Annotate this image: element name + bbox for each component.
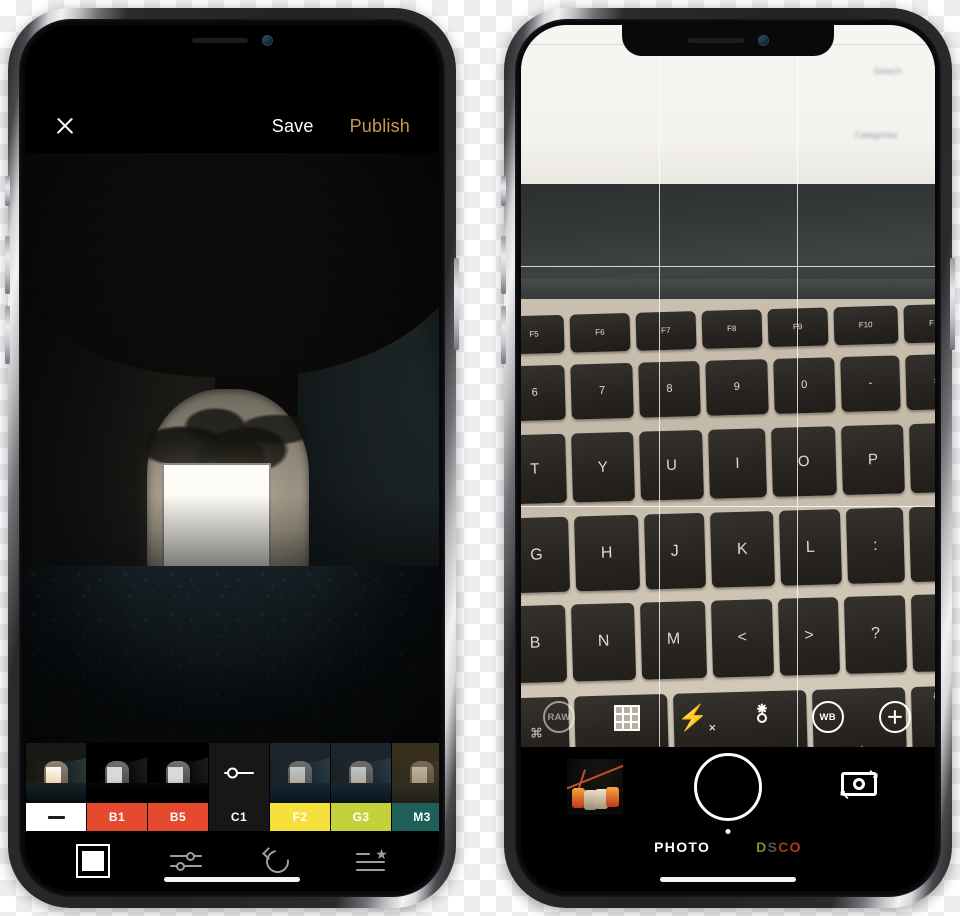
phone-bezel-left: Save Publish B1 B5 C1 F2 G3 M3 ★ bbox=[19, 19, 445, 897]
publish-button[interactable]: Publish bbox=[350, 116, 410, 137]
front-camera-icon bbox=[261, 35, 273, 46]
slider-icon bbox=[224, 767, 254, 779]
camera-control-bar: RAW ⚡× WB bbox=[521, 689, 935, 747]
preset-item-b1[interactable]: B1 bbox=[87, 743, 147, 831]
viewfinder-warm-tone bbox=[521, 25, 935, 747]
grid-icon[interactable] bbox=[610, 701, 644, 735]
undo-history-icon[interactable] bbox=[261, 844, 295, 878]
preset-thumbnail bbox=[26, 743, 86, 803]
preset-label-b5: B5 bbox=[148, 803, 208, 831]
camera-viewfinder[interactable]: Search Categories F5 F6 F7 F8 F9 bbox=[521, 25, 935, 747]
vsco-camera-screen: Search Categories F5 F6 F7 F8 F9 bbox=[521, 25, 935, 891]
flash-off-icon[interactable]: ⚡× bbox=[677, 701, 716, 735]
preset-thumbnail bbox=[331, 743, 391, 803]
preset-label-m3: M3 bbox=[392, 803, 439, 831]
editor-bottom-toolbar: ★ bbox=[25, 831, 439, 891]
save-button[interactable]: Save bbox=[272, 116, 314, 137]
plus-circle-icon[interactable] bbox=[878, 701, 913, 735]
photo-vignette bbox=[25, 153, 439, 743]
preset-label-c1: C1 bbox=[209, 803, 269, 831]
presets-square-icon[interactable] bbox=[76, 844, 111, 878]
preset-item-g3[interactable]: G3 bbox=[331, 743, 391, 831]
volume-up-button[interactable] bbox=[5, 236, 10, 294]
tunnel-photo-image bbox=[25, 153, 439, 743]
phone-screen-right: Search Categories F5 F6 F7 F8 F9 bbox=[521, 25, 935, 891]
close-x-icon[interactable] bbox=[54, 115, 76, 137]
home-indicator-right[interactable] bbox=[660, 877, 796, 882]
earpiece-speaker-icon bbox=[191, 38, 248, 43]
preset-intensity-slider[interactable] bbox=[209, 743, 269, 803]
volume-up-button[interactable] bbox=[501, 236, 506, 294]
wb-circle-icon[interactable]: WB bbox=[811, 701, 846, 735]
camera-mode-row: PHOTO DSCO bbox=[521, 839, 935, 855]
preset-thumbnail bbox=[87, 743, 147, 803]
mute-switch[interactable] bbox=[501, 176, 506, 206]
notch-right bbox=[622, 25, 834, 56]
power-button[interactable] bbox=[454, 258, 459, 350]
preset-label-original bbox=[26, 803, 86, 831]
flip-camera-icon[interactable]: ↖ ↘ bbox=[839, 767, 879, 801]
photo-preview[interactable] bbox=[25, 153, 439, 743]
mode-dsco[interactable]: DSCO bbox=[756, 839, 802, 855]
home-indicator-left[interactable] bbox=[164, 877, 300, 882]
preset-item-m3[interactable]: M3 bbox=[392, 743, 439, 831]
camera-bottom-bar: ↖ ↘ PHOTO DSCO bbox=[521, 747, 935, 891]
shutter-button[interactable] bbox=[694, 753, 762, 821]
mode-photo[interactable]: PHOTO bbox=[654, 839, 710, 855]
mode-indicator-dot bbox=[725, 829, 731, 834]
power-button[interactable] bbox=[950, 258, 955, 350]
mute-switch[interactable] bbox=[5, 176, 10, 206]
last-photo-thumbnail[interactable] bbox=[567, 759, 623, 815]
preset-item-b5[interactable]: B5 bbox=[148, 743, 208, 831]
preset-item-original[interactable] bbox=[26, 743, 86, 831]
preset-label-g3: G3 bbox=[331, 803, 391, 831]
preset-item-f2[interactable]: F2 bbox=[270, 743, 330, 831]
notch-left bbox=[126, 25, 338, 56]
preset-thumbnail bbox=[392, 743, 439, 803]
front-camera-icon bbox=[757, 35, 769, 46]
phone-mockup-right: Search Categories F5 F6 F7 F8 F9 bbox=[501, 8, 955, 908]
preset-thumbnail bbox=[270, 743, 330, 803]
preset-thumbnail bbox=[148, 743, 208, 803]
sun-exposure-icon[interactable] bbox=[745, 701, 779, 735]
preset-filter-strip[interactable]: B1 B5 C1 F2 G3 M3 bbox=[25, 743, 439, 831]
phone-mockup-left: Save Publish B1 B5 C1 F2 G3 M3 ★ bbox=[5, 8, 459, 908]
preset-label-b1: B1 bbox=[87, 803, 147, 831]
earpiece-speaker-icon bbox=[687, 38, 744, 43]
sliders-icon[interactable] bbox=[169, 844, 203, 878]
vsco-editor-screen: Save Publish B1 B5 C1 F2 G3 M3 ★ bbox=[25, 25, 439, 891]
raw-circle-icon[interactable]: RAW bbox=[543, 701, 577, 735]
phone-screen-left: Save Publish B1 B5 C1 F2 G3 M3 ★ bbox=[25, 25, 439, 891]
volume-down-button[interactable] bbox=[501, 306, 506, 364]
editor-top-actions: Save Publish bbox=[272, 116, 410, 137]
preset-label-f2: F2 bbox=[270, 803, 330, 831]
no-filter-dash-icon bbox=[47, 815, 65, 819]
raw-label: RAW bbox=[543, 701, 575, 733]
wb-label: WB bbox=[811, 701, 844, 733]
list-star-icon[interactable]: ★ bbox=[354, 844, 388, 878]
preset-item-c1-selected[interactable]: C1 bbox=[209, 743, 269, 831]
volume-down-button[interactable] bbox=[5, 306, 10, 364]
phone-bezel-right: Search Categories F5 F6 F7 F8 F9 bbox=[515, 19, 941, 897]
